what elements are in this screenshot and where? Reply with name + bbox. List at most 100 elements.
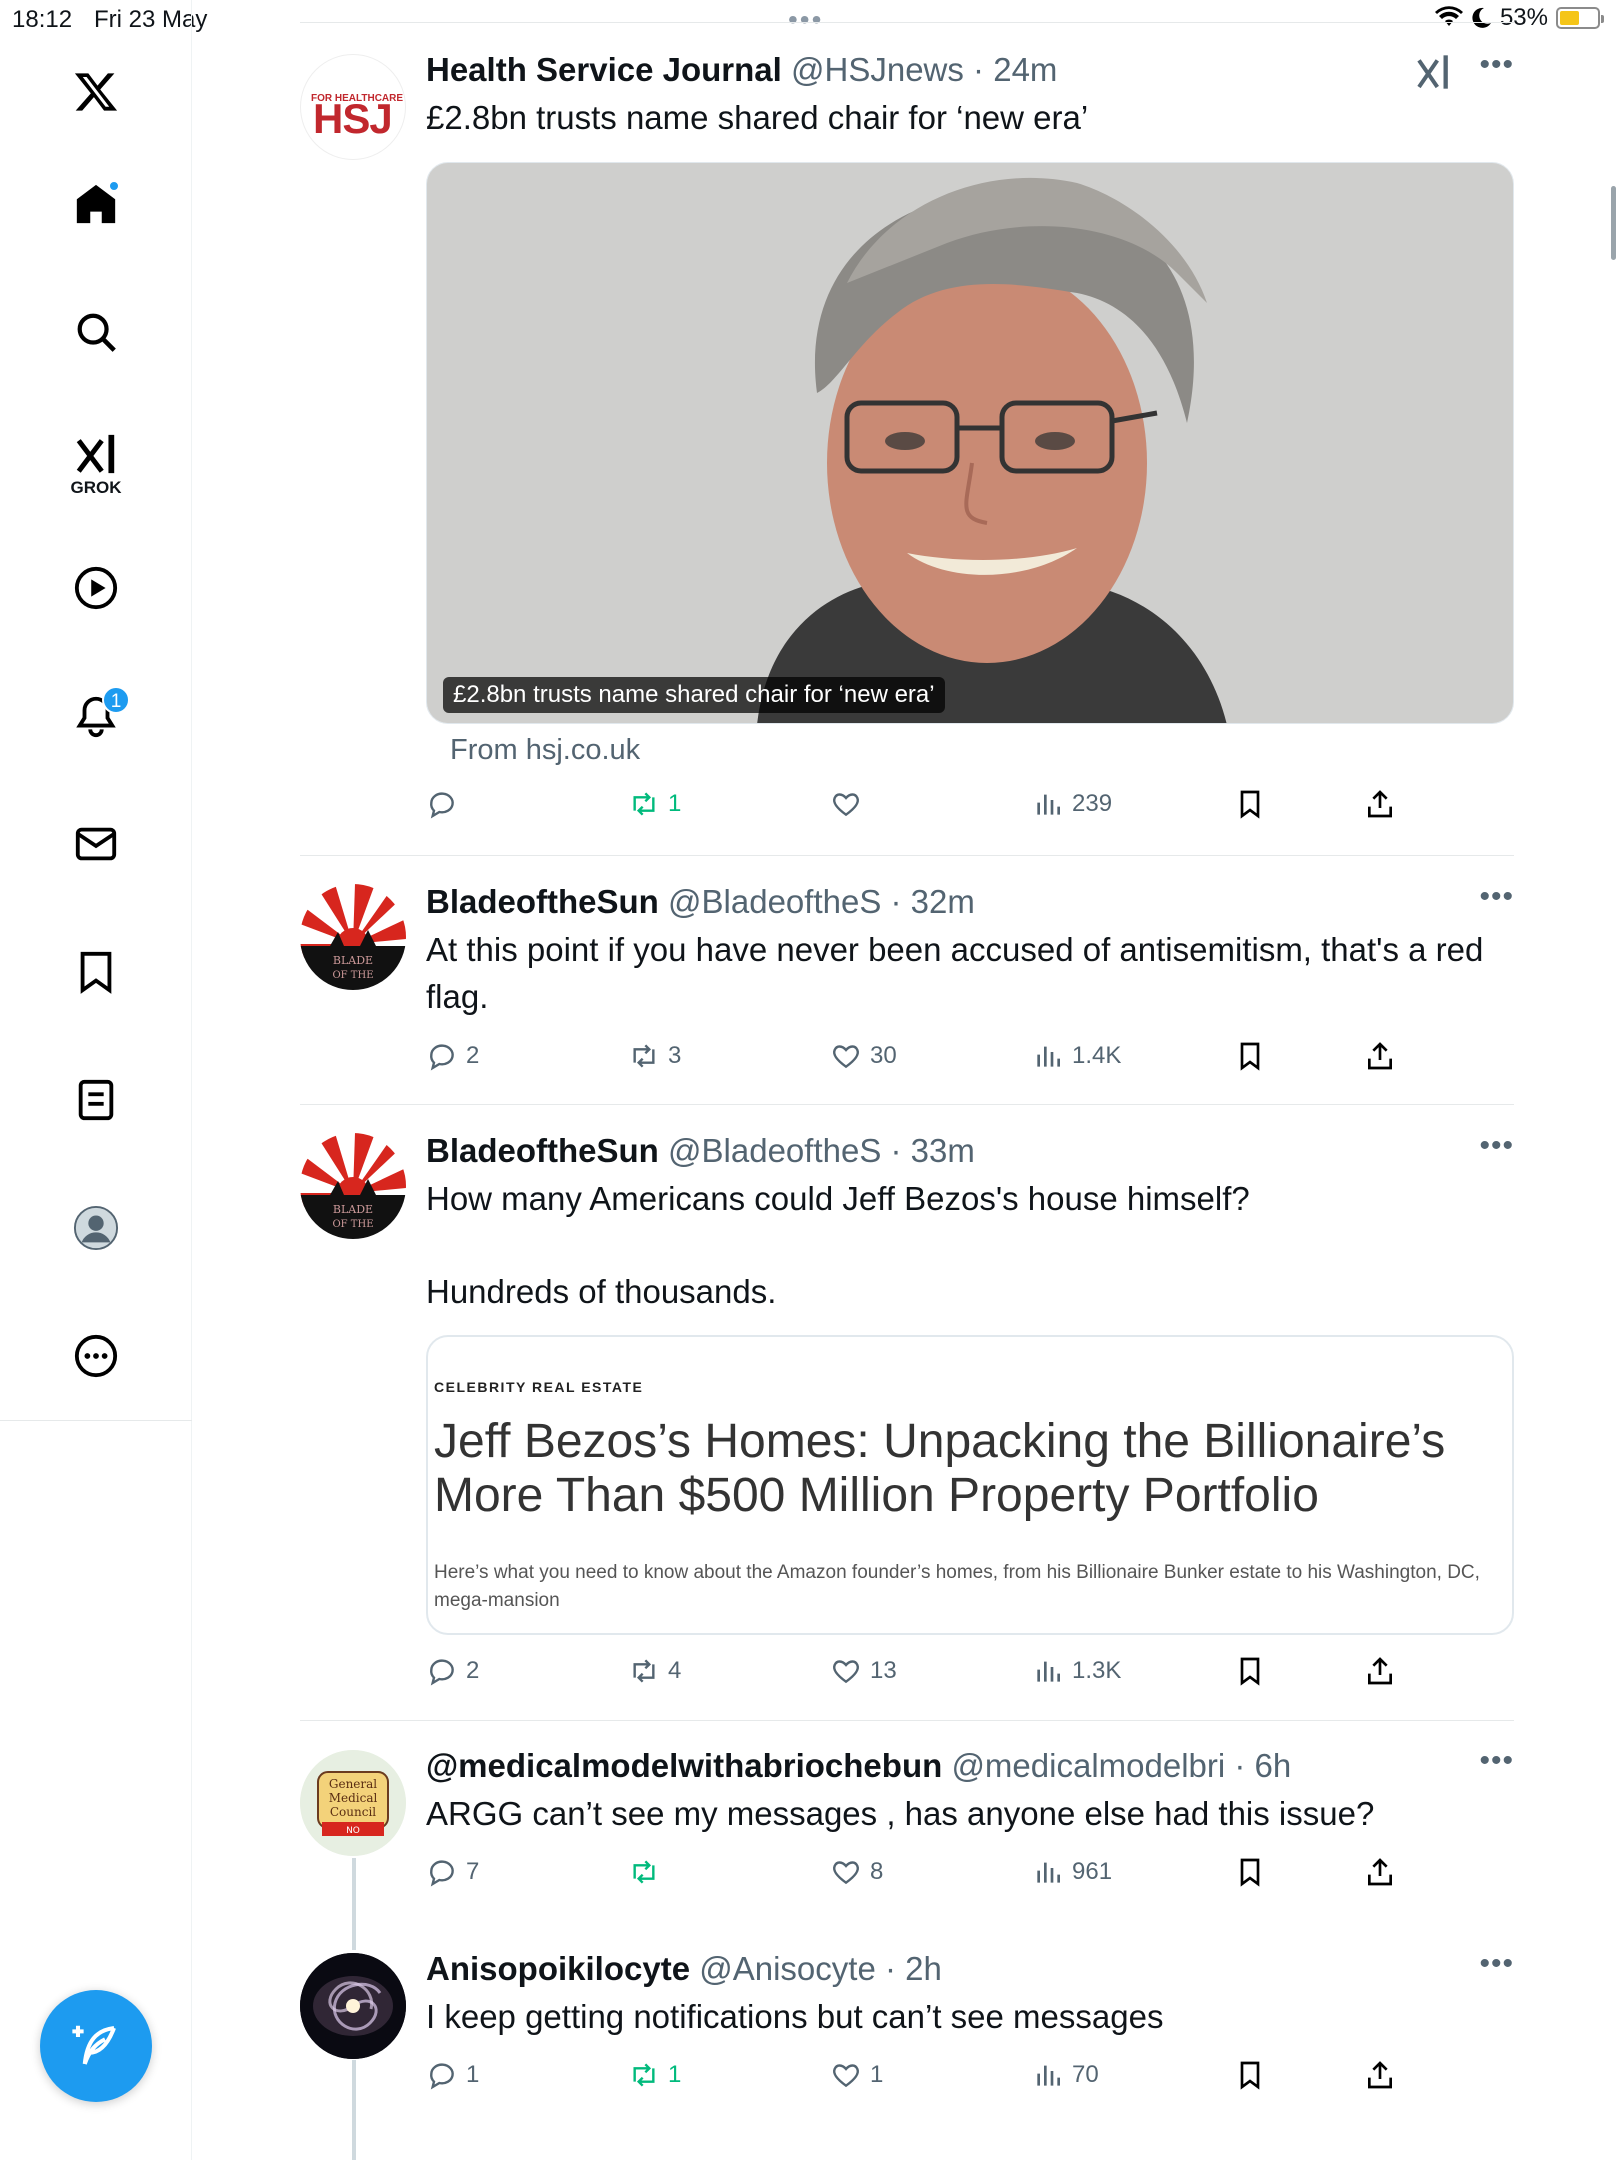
avatar[interactable]: BLADE OF THE [300,1133,406,1239]
views-button[interactable]: 70 [1032,2055,1099,2095]
grok-explain-icon[interactable] [1414,52,1454,97]
avatar[interactable]: General Medical Council NO [300,1750,406,1856]
reply-count: 7 [466,1858,480,1885]
repost-button[interactable]: 3 [628,1036,681,1076]
repost-icon [633,792,655,816]
avatar[interactable] [300,1953,406,2059]
tweet-more-icon[interactable]: ••• [1479,1129,1514,1163]
repost-button[interactable] [628,1852,668,1892]
author-handle[interactable]: @BladeoftheS [668,1132,881,1169]
link-source[interactable]: From hsj.co.uk [450,734,640,767]
like-button[interactable]: 1 [830,2055,883,2095]
views-button[interactable]: 239 [1032,784,1112,824]
wifi-icon [1434,6,1463,26]
author-handle[interactable]: @BladeoftheS [668,883,881,920]
author-handle[interactable]: @Anisocyte [699,1950,876,1987]
views-button[interactable]: 1.3K [1032,1651,1121,1691]
like-button[interactable]: 13 [830,1651,897,1691]
share-icon [1368,1657,1392,1685]
share-button[interactable] [1364,1036,1396,1076]
avatar[interactable]: BLADE OF THE [300,884,406,990]
reply-button[interactable]: 2 [426,1036,479,1076]
tweet-time[interactable]: 32m [911,883,975,920]
like-button[interactable] [830,784,870,824]
tweet-more-icon[interactable]: ••• [1479,1947,1514,1981]
bookmark-button[interactable] [1234,1036,1266,1076]
link-card-image[interactable]: £2.8bn trusts name shared chair for ‘new… [426,162,1514,724]
views-icon [1037,1661,1060,1682]
x-logo-icon[interactable] [66,62,126,122]
author-name[interactable]: Health Service Journal [426,51,782,88]
tweet-more-icon[interactable]: ••• [1479,48,1514,82]
search-icon[interactable] [66,302,126,362]
avatar[interactable]: FOR HEALTHCARE LEADERS HSJ [300,54,406,160]
home-icon[interactable] [66,174,126,234]
link-card[interactable]: CELEBRITY REAL ESTATE Jeff Bezos’s Homes… [426,1335,1514,1635]
svg-text:General: General [329,1777,377,1791]
author-handle[interactable]: @HSJnews [791,51,964,88]
repost-button[interactable]: 1 [628,784,681,824]
compose-post-button[interactable] [40,1990,152,2102]
reply-button[interactable] [426,784,466,824]
profile-icon[interactable] [66,1198,126,1258]
views-button[interactable]: 961 [1032,1852,1112,1892]
grok-icon[interactable] [66,424,126,484]
share-icon [1368,1858,1392,1886]
bookmark-button[interactable] [1234,784,1266,824]
messages-icon[interactable] [66,814,126,874]
svg-text:NO: NO [346,1826,360,1836]
svg-text:BLADE: BLADE [333,1203,373,1216]
repost-button[interactable]: 1 [628,2055,681,2095]
status-right: 53% [1434,4,1604,32]
like-count: 1 [870,2061,884,2088]
like-button[interactable]: 30 [830,1036,897,1076]
reply-button[interactable]: 1 [426,2055,479,2095]
reply-icon [430,1659,454,1686]
author-handle[interactable]: @medicalmodelbri [951,1747,1225,1784]
tweet-header: BladeoftheSun @BladeoftheS · 33m [426,1132,975,1169]
like-button[interactable]: 8 [830,1852,883,1892]
lists-icon[interactable] [66,1070,126,1130]
views-count: 70 [1072,2061,1099,2088]
avatar-rising-sun-image: BLADE OF THE [300,1133,406,1239]
multitasking-dots-icon[interactable]: ••• [788,4,823,36]
bookmark-button[interactable] [1234,1651,1266,1691]
video-icon[interactable] [66,558,126,618]
share-button[interactable] [1364,2055,1396,2095]
views-icon [1037,1046,1060,1067]
share-button[interactable] [1364,1852,1396,1892]
reply-button[interactable]: 2 [426,1651,479,1691]
repost-button[interactable]: 4 [628,1651,681,1691]
like-count: 30 [870,1042,897,1069]
notifications-icon[interactable]: 1 [66,686,130,746]
tweet-text: At this point if you have never been acc… [426,931,1484,1015]
author-name[interactable]: @medicalmodelwithabriochebun [426,1747,942,1784]
svg-text:OF THE: OF THE [332,970,373,981]
share-button[interactable] [1364,1651,1396,1691]
repost-count: 3 [668,1042,682,1069]
author-name[interactable]: Anisopoikilocyte [426,1950,690,1987]
reply-icon [430,1860,454,1887]
reply-button[interactable]: 7 [426,1852,479,1892]
tweet-time[interactable]: 33m [911,1132,975,1169]
avatar-rising-sun-image: BLADE OF THE [300,884,406,990]
reply-icon [430,792,454,819]
tweet-time[interactable]: 24m [993,51,1057,88]
bookmark-button[interactable] [1234,2055,1266,2095]
author-name[interactable]: BladeoftheSun [426,1132,659,1169]
tweet-more-icon[interactable]: ••• [1479,1744,1514,1778]
author-name[interactable]: BladeoftheSun [426,883,659,920]
battery-icon [1556,7,1604,29]
tweet-time[interactable]: 2h [905,1950,942,1987]
views-icon [1037,1862,1060,1883]
tweet-more-icon[interactable]: ••• [1479,880,1514,914]
scrollbar[interactable] [1611,186,1616,260]
bookmark-button[interactable] [1234,1852,1266,1892]
more-icon[interactable] [66,1326,126,1386]
tweet-time[interactable]: 6h [1255,1747,1292,1784]
views-button[interactable]: 1.4K [1032,1036,1121,1076]
reply-icon [430,1044,454,1071]
tweet-header: Anisopoikilocyte @Anisocyte · 2h [426,1950,942,1987]
bookmarks-icon[interactable] [66,942,126,1002]
share-button[interactable] [1364,784,1396,824]
